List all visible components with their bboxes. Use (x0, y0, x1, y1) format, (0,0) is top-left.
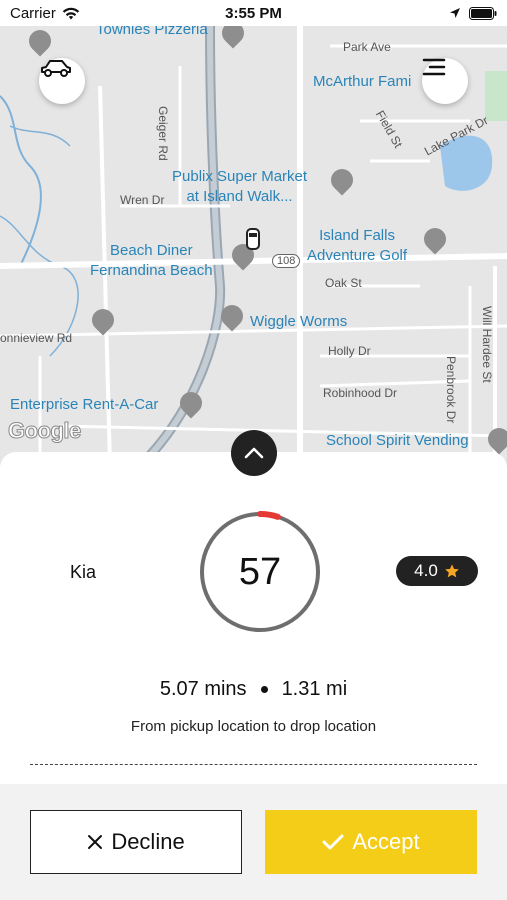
street-label: Robinhood Dr (323, 386, 398, 400)
rating-value: 4.0 (414, 561, 438, 580)
google-logo: Google (8, 418, 82, 444)
trip-distance: 1.31 mi (281, 678, 348, 700)
vehicle-make: Kia (70, 562, 97, 582)
poi-enterprise[interactable]: Enterprise Rent-A-Car (10, 395, 158, 415)
poi-school-spirit[interactable]: School Spirit Vending (326, 431, 469, 451)
expand-sheet-button[interactable] (231, 430, 277, 476)
map-view[interactable]: Park Ave Geiger Rd Wren Dr Oak St Holly … (0, 26, 507, 466)
rating-badge: 4.0 (396, 556, 478, 586)
menu-button[interactable] (422, 58, 468, 104)
accept-button[interactable]: Accept (265, 810, 477, 874)
decline-label: Decline (111, 829, 185, 854)
status-bar: Carrier 3:55 PM (0, 0, 507, 26)
car-icon (41, 60, 71, 77)
street-label: onnieview Rd (0, 331, 73, 345)
countdown-seconds: 57 (238, 550, 282, 593)
location-arrow-icon (450, 8, 460, 18)
street-label: Penbrook Dr (444, 356, 458, 424)
action-bar: Decline Accept (0, 784, 507, 900)
street-label: Oak St (325, 276, 362, 290)
menu-icon (422, 58, 446, 76)
poi-wiggle-worms[interactable]: Wiggle Worms (250, 312, 347, 332)
chevron-up-icon (244, 447, 264, 459)
trip-description: From pickup location to drop location (130, 718, 377, 735)
accept-label: Accept (352, 829, 420, 854)
star-icon (444, 564, 459, 578)
poi-island-falls[interactable]: Island Falls Adventure Golf (307, 226, 407, 266)
poi-beach-diner[interactable]: Beach Diner Fernandina Beach (90, 241, 213, 281)
battery-icon (469, 6, 497, 20)
poi-townies-pizzeria[interactable]: Townies Pizzeria (96, 26, 208, 40)
street-label: Wren Dr (120, 193, 165, 207)
check-icon (322, 834, 344, 850)
close-icon (88, 835, 103, 849)
separator-dot (260, 686, 268, 694)
poi-publix[interactable]: Publix Super Market at Island Walk... (172, 167, 307, 207)
divider (30, 764, 477, 765)
street-label: Holly Dr (328, 344, 371, 358)
vehicle-marker-icon (246, 228, 260, 250)
vehicle-mode-button[interactable] (39, 58, 85, 104)
carrier-label: Carrier (10, 4, 56, 22)
wifi-icon (62, 7, 80, 19)
street-label: Geiger Rd (156, 106, 170, 161)
route-shield: 108 (272, 254, 301, 268)
trip-stats: 5.07 mins 1.31 mi (0, 678, 507, 701)
trip-duration: 5.07 mins (159, 678, 247, 700)
street-label: Park Ave (343, 40, 391, 54)
poi-mcarthur[interactable]: McArthur Fami (313, 72, 411, 92)
street-label: Will Hardee St (480, 306, 494, 383)
decline-button[interactable]: Decline (30, 810, 242, 874)
